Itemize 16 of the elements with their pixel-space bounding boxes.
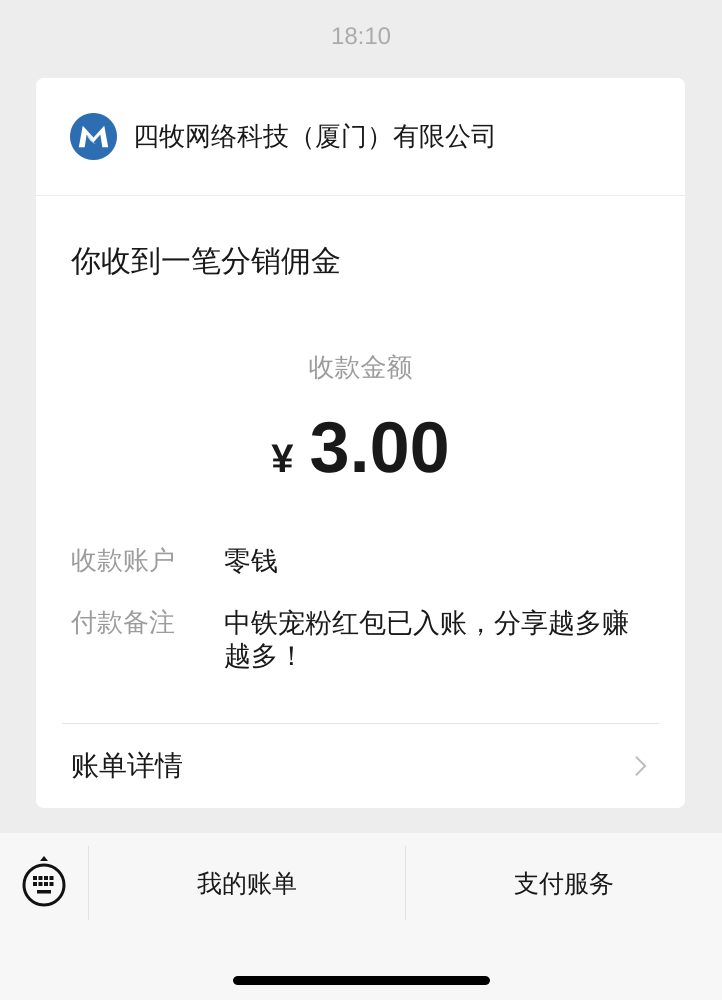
amount-value: 3.00: [310, 408, 450, 488]
menu-tab[interactable]: 支付服务: [405, 846, 722, 920]
chevron-right-icon: [634, 754, 647, 778]
logo-icon: [70, 113, 117, 160]
detail-label: 付款备注: [71, 607, 176, 640]
menu-tab[interactable]: 我的账单: [88, 846, 405, 920]
detail-label: 收款账户: [71, 545, 176, 578]
currency-symbol: ¥: [271, 436, 294, 483]
amount-label: 收款金额: [308, 352, 412, 385]
notification-title: 你收到一笔分销佣金: [71, 243, 341, 281]
status-time: 18:10: [330, 22, 392, 52]
detail-value: 中铁宠粉红包已入账，分享越多赚越多！: [224, 607, 630, 673]
bill-details-link[interactable]: 账单详情: [62, 724, 659, 808]
detail-value: 零钱: [224, 545, 278, 578]
merchant-name: 四牧网络科技（厦门）有限公司: [133, 120, 497, 154]
keyboard-icon[interactable]: [21, 855, 67, 907]
